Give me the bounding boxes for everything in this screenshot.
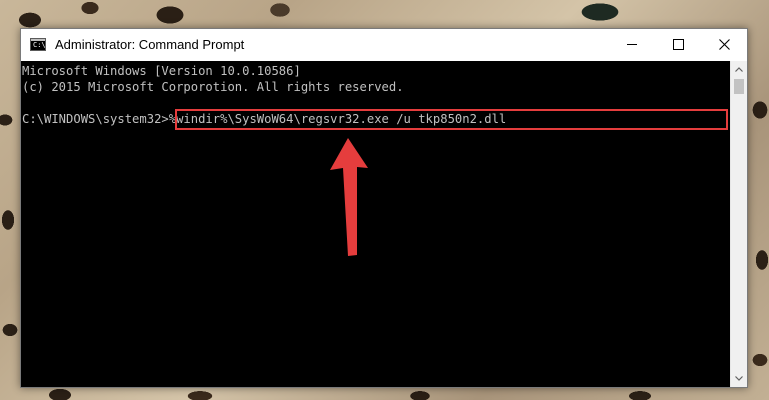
minimize-icon	[627, 43, 637, 45]
red-arrow-up-icon	[330, 138, 368, 256]
command-highlight-box	[175, 109, 728, 130]
close-button[interactable]	[701, 29, 747, 59]
console-prompt: C:\WINDOWS\system32>	[22, 112, 169, 126]
cmd-icon-label: C:\	[33, 41, 46, 49]
title-bar[interactable]: C:\ Administrator: Command Prompt	[21, 29, 747, 61]
chevron-up-icon	[735, 67, 743, 72]
command-prompt-window[interactable]: C:\ Administrator: Command Prompt Micros…	[20, 28, 748, 388]
scroll-down-button[interactable]	[731, 370, 747, 387]
close-icon	[718, 38, 730, 50]
maximize-button[interactable]	[655, 29, 701, 59]
scroll-thumb[interactable]	[734, 79, 744, 94]
minimize-button[interactable]	[609, 29, 655, 59]
console-output-area[interactable]: Microsoft Windows [Version 10.0.10586] (…	[21, 61, 731, 387]
vertical-scrollbar[interactable]	[730, 61, 747, 387]
console-version-line: Microsoft Windows [Version 10.0.10586]	[22, 64, 301, 78]
cmd-app-icon[interactable]: C:\	[30, 38, 46, 51]
scroll-up-button[interactable]	[731, 61, 747, 78]
window-title: Administrator: Command Prompt	[55, 37, 245, 52]
console-copyright-line: (c) 2015 Microsoft Corporotion. All righ…	[22, 80, 404, 94]
maximize-icon	[672, 38, 684, 50]
chevron-down-icon	[735, 376, 743, 381]
